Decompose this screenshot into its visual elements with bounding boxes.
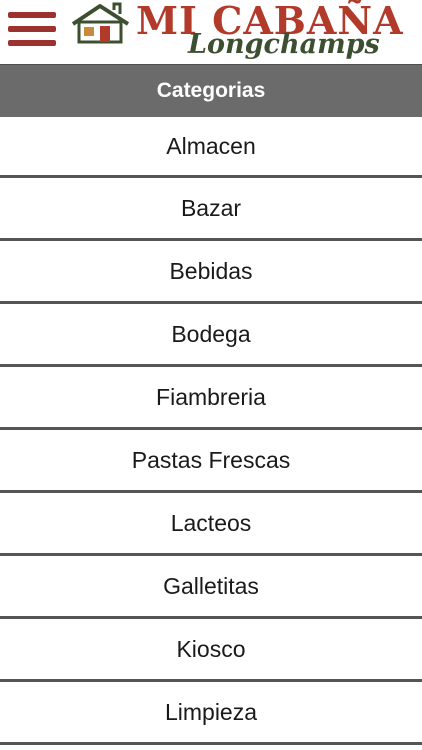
category-item-bebidas[interactable]: Bebidas	[0, 241, 422, 304]
category-item-limpieza[interactable]: Limpieza	[0, 682, 422, 745]
category-item-kiosco[interactable]: Kiosco	[0, 619, 422, 682]
brand-logo[interactable]: MI CABAÑA Longchamps	[70, 0, 403, 62]
category-item-galletitas[interactable]: Galletitas	[0, 556, 422, 619]
category-item-bazar[interactable]: Bazar	[0, 178, 422, 241]
menu-bar-line	[8, 12, 56, 18]
category-item-almacen[interactable]: Almacen	[0, 117, 422, 178]
menu-bar-line	[8, 40, 56, 46]
category-item-fiambreria[interactable]: Fiambreria	[0, 367, 422, 430]
category-item-bodega[interactable]: Bodega	[0, 304, 422, 367]
logo-subtitle: Longchamps	[188, 29, 380, 60]
category-list: Almacen Bazar Bebidas Bodega Fiambreria …	[0, 117, 422, 745]
categories-header: Categorias	[0, 64, 422, 117]
hamburger-menu-icon[interactable]	[8, 12, 56, 48]
house-logo-icon	[71, 2, 130, 44]
menu-bar-line	[8, 26, 56, 32]
top-bar: MI CABAÑA Longchamps	[0, 0, 422, 64]
category-item-pastas-frescas[interactable]: Pastas Frescas	[0, 430, 422, 493]
category-item-lacteos[interactable]: Lacteos	[0, 493, 422, 556]
app-screen: MI CABAÑA Longchamps Categorias Almacen …	[0, 0, 422, 750]
